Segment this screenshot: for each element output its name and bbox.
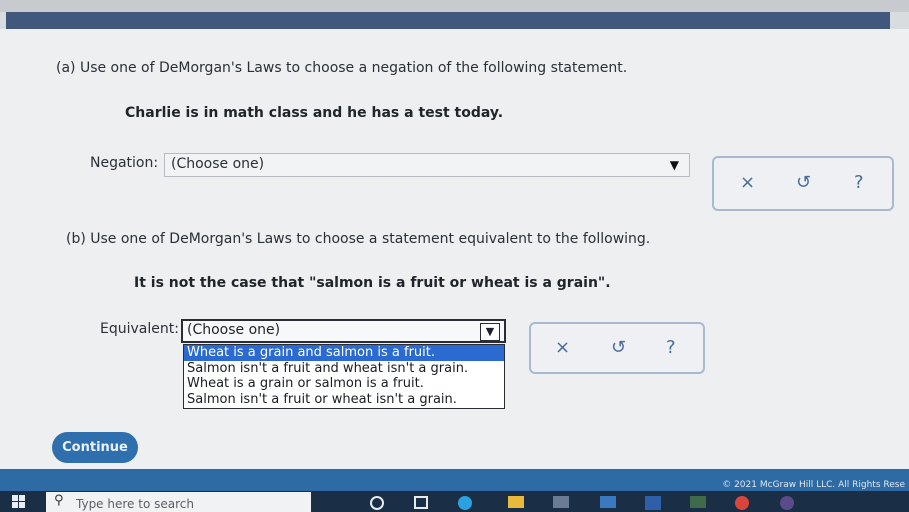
help-icon[interactable]: ? <box>854 172 864 193</box>
cortana-icon[interactable] <box>370 496 384 510</box>
statement-b: It is not the case that "salmon is a fru… <box>134 275 611 291</box>
amazon-icon[interactable] <box>645 496 661 510</box>
mail-icon[interactable] <box>600 496 616 508</box>
undo-icon[interactable]: ↺ <box>611 337 626 358</box>
taskbar-search[interactable]: ⚲ Type here to search <box>46 492 311 512</box>
chrome-icon[interactable] <box>735 496 749 510</box>
dropdown-arrow-icon: ▼ <box>480 323 500 341</box>
taskbar-search-placeholder: Type here to search <box>76 497 194 511</box>
app-icon[interactable] <box>780 496 794 510</box>
undo-icon[interactable]: ↺ <box>796 172 811 193</box>
negation-label: Negation: <box>90 155 159 171</box>
option-salmon-not-fruit-and-wheat-not-grain[interactable]: Salmon isn't a fruit and wheat isn't a g… <box>184 361 504 377</box>
app-icon[interactable] <box>690 496 706 508</box>
browser-top-bar <box>0 0 909 12</box>
header-bar <box>6 12 890 29</box>
file-explorer-icon[interactable] <box>508 496 524 508</box>
question-b-text: (b) Use one of DeMorgan's Laws to choose… <box>66 231 651 247</box>
task-view-icon[interactable] <box>414 496 428 509</box>
option-wheat-grain-and-salmon-fruit[interactable]: Wheat is a grain and salmon is a fruit. <box>184 345 504 361</box>
equivalent-options-list: Wheat is a grain and salmon is a fruit. … <box>183 344 505 409</box>
negation-select[interactable]: (Choose one) ▼ <box>164 153 690 177</box>
equivalent-select[interactable]: (Choose one) ▼ <box>181 319 506 343</box>
option-wheat-grain-or-salmon-fruit[interactable]: Wheat is a grain or salmon is a fruit. <box>184 376 504 392</box>
help-icon[interactable]: ? <box>666 337 676 358</box>
equivalent-select-value: (Choose one) <box>187 322 281 338</box>
dropdown-arrow-icon: ▼ <box>669 158 679 172</box>
answer-tools-a: × ↺ ? <box>712 156 894 211</box>
continue-button[interactable]: Continue <box>52 432 138 463</box>
store-icon[interactable] <box>553 496 569 508</box>
equivalent-label: Equivalent: <box>100 321 179 337</box>
edge-browser-icon[interactable] <box>458 496 472 510</box>
search-icon: ⚲ <box>54 493 64 508</box>
statement-a: Charlie is in math class and he has a te… <box>125 105 504 121</box>
clear-icon[interactable]: × <box>740 172 755 193</box>
answer-tools-b: × ↺ ? <box>529 322 705 374</box>
negation-select-value: (Choose one) <box>171 156 265 172</box>
clear-icon[interactable]: × <box>555 337 570 358</box>
copyright-text: © 2021 McGraw Hill LLC. All Rights Rese <box>722 480 905 490</box>
question-a-text: (a) Use one of DeMorgan's Laws to choose… <box>56 60 628 76</box>
option-salmon-not-fruit-or-wheat-not-grain[interactable]: Salmon isn't a fruit or wheat isn't a gr… <box>184 392 504 408</box>
windows-start-icon[interactable] <box>12 495 25 508</box>
